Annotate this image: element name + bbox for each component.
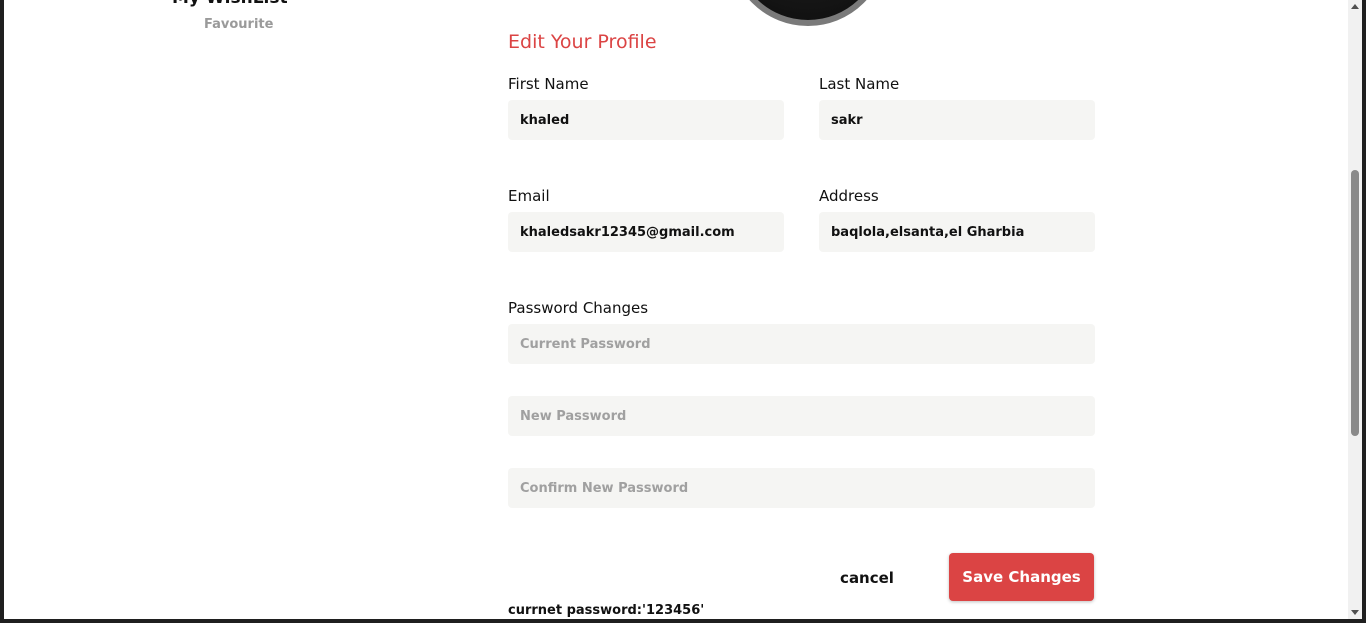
address-field[interactable] [819,212,1095,252]
password-hint: currnet password:'123456' [508,603,705,618]
new-password-field[interactable] [508,396,1095,436]
current-password-field[interactable] [508,324,1095,364]
cancel-button[interactable]: cancel [822,556,912,600]
last-name-field[interactable] [819,100,1095,140]
scroll-up-arrow-icon[interactable] [1351,4,1359,9]
first-name-label: First Name [508,75,589,93]
page-title: Edit Your Profile [508,31,657,53]
window-edge-bottom [0,619,1366,623]
avatar [729,0,887,26]
scrollbar-thumb[interactable] [1351,170,1359,436]
address-label: Address [819,187,879,205]
email-field[interactable] [508,212,784,252]
confirm-password-field[interactable] [508,468,1095,508]
vertical-scrollbar[interactable] [1348,0,1362,619]
save-changes-button[interactable]: Save Changes [949,553,1094,601]
page-viewport: My WishList Favourite Edit Your Profile … [4,0,1348,619]
first-name-field[interactable] [508,100,784,140]
sidebar-item-favourite[interactable]: Favourite [204,17,273,32]
email-label: Email [508,187,550,205]
window-edge-right [1362,0,1366,623]
password-changes-label: Password Changes [508,299,649,317]
last-name-label: Last Name [819,75,900,93]
scroll-down-arrow-icon[interactable] [1351,610,1359,615]
sidebar-section-title: My WishList [172,0,288,8]
